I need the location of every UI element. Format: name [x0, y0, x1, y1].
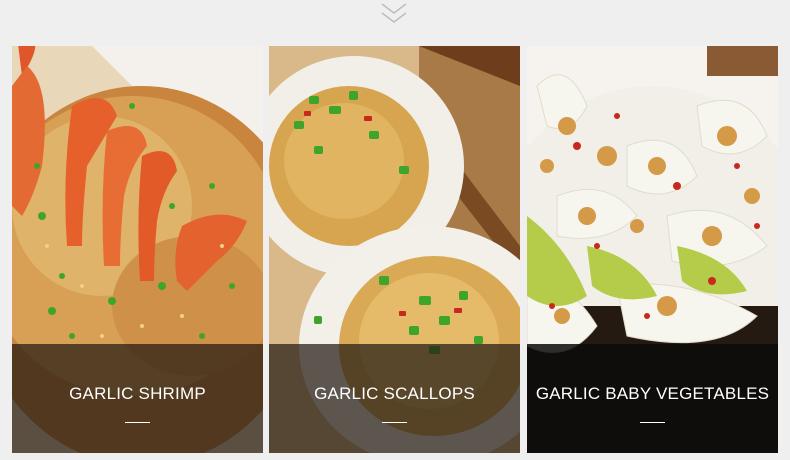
dish-title: GARLIC BABY VEGETABLES	[535, 384, 770, 403]
dish-gallery: GARLIC SHRIMP GARLIC SCALLOPS GARLIC BAB…	[12, 46, 778, 453]
dish-title: GARLIC SHRIMP	[69, 384, 206, 403]
dish-card-garlic-baby-vegetables[interactable]: GARLIC BABY VEGETABLES	[527, 46, 778, 453]
page: GARLIC SHRIMP GARLIC SCALLOPS GARLIC BAB…	[0, 0, 790, 460]
caption-bar: GARLIC SCALLOPS	[269, 344, 520, 453]
caption-bar: GARLIC SHRIMP	[12, 344, 263, 453]
title-underline	[382, 422, 407, 423]
dish-title: GARLIC SCALLOPS	[314, 384, 475, 403]
title-underline	[640, 422, 665, 423]
double-chevron-down-icon[interactable]	[380, 2, 408, 26]
caption-bar: GARLIC BABY VEGETABLES	[527, 344, 778, 453]
dish-card-garlic-shrimp[interactable]: GARLIC SHRIMP	[12, 46, 263, 453]
title-underline	[125, 422, 150, 423]
dish-card-garlic-scallops[interactable]: GARLIC SCALLOPS	[269, 46, 520, 453]
